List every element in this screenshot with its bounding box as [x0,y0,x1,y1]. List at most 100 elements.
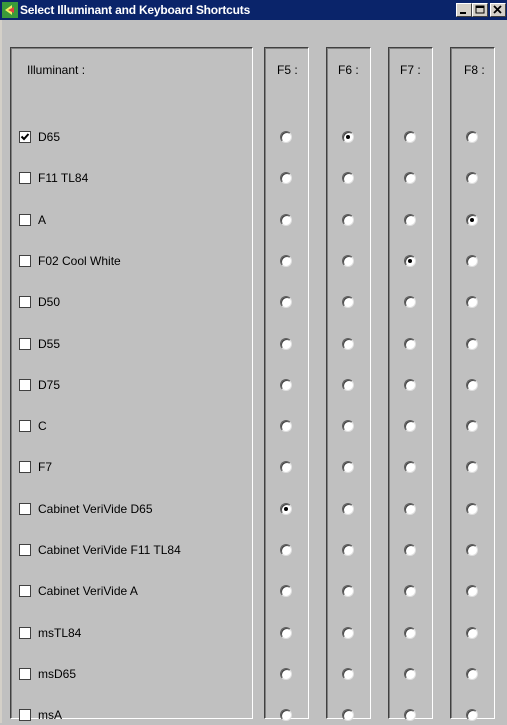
illuminant-label: D65 [38,130,61,144]
shortcut-radio-f7[interactable] [404,544,416,556]
shortcut-radio-f8[interactable] [466,255,478,267]
shortcut-radio-f6[interactable] [342,338,354,350]
illuminant-row: Cabinet VeriVide D65 [11,499,252,519]
illuminant-row: msD65 [11,664,252,684]
illuminant-checkbox[interactable] [19,379,31,391]
shortcut-radio-f5[interactable] [280,420,292,432]
illuminant-row: Cabinet VeriVide F11 TL84 [11,540,252,560]
shortcut-radio-f8[interactable] [466,503,478,515]
minimize-button[interactable] [456,3,472,17]
shortcut-radio-f5[interactable] [280,585,292,597]
shortcut-radio-f7[interactable] [404,420,416,432]
shortcut-radio-f5[interactable] [280,668,292,680]
title-bar[interactable]: Select Illuminant and Keyboard Shortcuts [0,0,507,20]
shortcut-radio-f7[interactable] [404,503,416,515]
radio-dot [284,507,288,511]
shortcut-radio-f7[interactable] [404,379,416,391]
close-icon [493,5,502,14]
shortcut-radio-f6[interactable] [342,627,354,639]
shortcut-radio-f7[interactable] [404,709,416,721]
shortcut-radio-f5[interactable] [280,172,292,184]
illuminant-label: Cabinet VeriVide A [38,584,138,598]
shortcut-radio-f6[interactable] [342,668,354,680]
shortcut-radio-f7[interactable] [404,627,416,639]
shortcut-radio-f6[interactable] [342,709,354,721]
illuminant-checkbox[interactable] [19,627,31,639]
shortcut-header-f5: F5 : [277,63,298,77]
shortcut-radio-f8[interactable] [466,214,478,226]
shortcut-radio-f8[interactable] [466,627,478,639]
shortcut-radio-f5[interactable] [280,709,292,721]
shortcut-radio-f7[interactable] [404,255,416,267]
shortcut-radio-f8[interactable] [466,709,478,721]
shortcut-radio-f6[interactable] [342,296,354,308]
shortcut-radio-f6[interactable] [342,255,354,267]
illuminant-label: D50 [38,295,61,309]
shortcut-radio-f6[interactable] [342,544,354,556]
shortcut-radio-f6[interactable] [342,503,354,515]
shortcut-radio-f6[interactable] [342,131,354,143]
illuminant-label: msTL84 [38,626,82,640]
illuminant-checkbox[interactable] [19,338,31,350]
illuminant-label: D55 [38,337,61,351]
illuminant-checkbox[interactable] [19,709,31,721]
shortcut-radio-f8[interactable] [466,461,478,473]
illuminant-checkbox[interactable] [19,255,31,267]
shortcut-radio-f7[interactable] [404,461,416,473]
shortcut-header-f6: F6 : [338,63,359,77]
shortcut-radio-f8[interactable] [466,131,478,143]
illuminant-checkbox[interactable] [19,503,31,515]
shortcut-radio-f8[interactable] [466,544,478,556]
shortcut-radio-f8[interactable] [466,585,478,597]
shortcut-radio-f6[interactable] [342,461,354,473]
shortcut-radio-f5[interactable] [280,131,292,143]
shortcut-radio-f8[interactable] [466,420,478,432]
shortcut-radio-f5[interactable] [280,379,292,391]
close-button[interactable] [490,3,506,17]
illuminant-row: msA [11,705,252,725]
maximize-icon [475,5,485,14]
shortcut-radio-f6[interactable] [342,585,354,597]
shortcut-radio-f6[interactable] [342,379,354,391]
shortcut-radio-f6[interactable] [342,172,354,184]
shortcut-radio-f8[interactable] [466,379,478,391]
shortcut-radio-f8[interactable] [466,668,478,680]
shortcut-radio-f6[interactable] [342,214,354,226]
illuminant-checkbox[interactable] [19,544,31,556]
shortcut-radio-f5[interactable] [280,544,292,556]
shortcut-radio-f5[interactable] [280,627,292,639]
shortcut-radio-f8[interactable] [466,172,478,184]
shortcut-radio-f5[interactable] [280,503,292,515]
shortcut-radio-f8[interactable] [466,338,478,350]
illuminant-checkbox[interactable] [19,296,31,308]
shortcut-radio-f7[interactable] [404,668,416,680]
illuminant-row: F7 [11,457,252,477]
illuminant-checkbox[interactable] [19,585,31,597]
shortcut-radio-f5[interactable] [280,214,292,226]
shortcut-radio-f7[interactable] [404,172,416,184]
shortcut-radio-f5[interactable] [280,461,292,473]
illuminant-checkbox[interactable] [19,461,31,473]
shortcut-header-f7: F7 : [400,63,421,77]
shortcut-radio-f5[interactable] [280,338,292,350]
shortcut-radio-f7[interactable] [404,338,416,350]
illuminant-label: F11 TL84 [38,171,89,185]
maximize-button[interactable] [472,3,488,17]
illuminant-checkbox[interactable] [19,172,31,184]
illuminant-row: F11 TL84 [11,168,252,188]
shortcut-radio-f6[interactable] [342,420,354,432]
shortcut-radio-f5[interactable] [280,255,292,267]
shortcut-radio-f7[interactable] [404,585,416,597]
shortcut-radio-f7[interactable] [404,296,416,308]
shortcut-radio-f7[interactable] [404,131,416,143]
shortcut-radio-f8[interactable] [466,296,478,308]
illuminant-checkbox[interactable] [19,131,31,143]
illuminant-checkbox[interactable] [19,420,31,432]
illuminant-checkbox[interactable] [19,214,31,226]
illuminant-checkbox[interactable] [19,668,31,680]
illuminant-row: D75 [11,375,252,395]
shortcut-radio-f7[interactable] [404,214,416,226]
shortcut-panel-f7: F7 : [388,47,433,721]
illuminant-label: msA [38,708,62,722]
shortcut-radio-f5[interactable] [280,296,292,308]
